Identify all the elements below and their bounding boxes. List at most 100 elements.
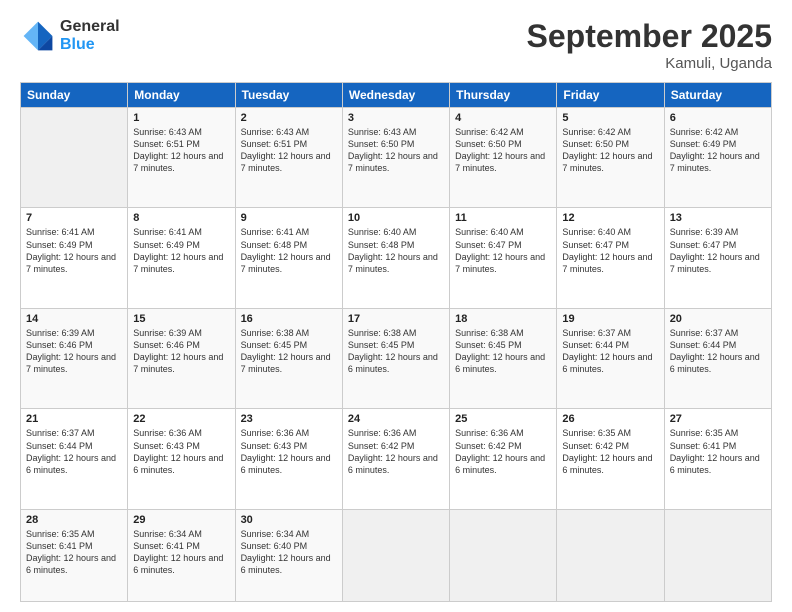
calendar-cell: 9 Sunrise: 6:41 AM Sunset: 6:48 PM Daylig…	[235, 208, 342, 308]
day-number: 8	[133, 212, 229, 224]
day-number: 7	[26, 212, 122, 224]
calendar-cell: 1 Sunrise: 6:43 AM Sunset: 6:51 PM Daylig…	[128, 108, 235, 208]
day-number: 11	[455, 212, 551, 224]
day-number: 21	[26, 413, 122, 425]
day-number: 3	[348, 112, 444, 124]
calendar-cell: 17 Sunrise: 6:38 AM Sunset: 6:45 PM Dayli…	[342, 308, 449, 408]
week-row-1: 1 Sunrise: 6:43 AM Sunset: 6:51 PM Daylig…	[21, 108, 772, 208]
calendar-cell: 30 Sunrise: 6:34 AM Sunset: 6:40 PM Dayli…	[235, 509, 342, 601]
week-row-2: 7 Sunrise: 6:41 AM Sunset: 6:49 PM Daylig…	[21, 208, 772, 308]
day-info: Sunrise: 6:43 AM Sunset: 6:51 PM Dayligh…	[133, 126, 229, 175]
calendar-cell: 14Sunrise: 6:39 AM Sunset: 6:46 PM Dayli…	[21, 308, 128, 408]
day-number: 16	[241, 313, 337, 325]
logo-icon	[20, 18, 56, 54]
calendar-cell: 24 Sunrise: 6:36 AM Sunset: 6:42 PM Dayli…	[342, 409, 449, 509]
calendar-cell: 25 Sunrise: 6:36 AM Sunset: 6:42 PM Dayli…	[450, 409, 557, 509]
day-number: 27	[670, 413, 766, 425]
day-info: Sunrise: 6:41 AM Sunset: 6:48 PM Dayligh…	[241, 226, 337, 275]
day-info: Sunrise: 6:36 AM Sunset: 6:43 PM Dayligh…	[241, 427, 337, 476]
week-row-4: 21 Sunrise: 6:37 AM Sunset: 6:44 PM Dayli…	[21, 409, 772, 509]
calendar-cell	[342, 509, 449, 601]
page: General Blue September 2025 Kamuli, Ugan…	[0, 0, 792, 612]
day-info: Sunrise: 6:36 AM Sunset: 6:42 PM Dayligh…	[455, 427, 551, 476]
day-info: Sunrise: 6:43 AM Sunset: 6:50 PM Dayligh…	[348, 126, 444, 175]
day-number: 22	[133, 413, 229, 425]
day-info: Sunrise: 6:42 AM Sunset: 6:50 PM Dayligh…	[455, 126, 551, 175]
calendar-cell: 15Sunrise: 6:39 AM Sunset: 6:46 PM Dayli…	[128, 308, 235, 408]
calendar-cell: 28 Sunrise: 6:35 AM Sunset: 6:41 PM Dayli…	[21, 509, 128, 601]
calendar-cell: 22Sunrise: 6:36 AM Sunset: 6:43 PM Dayli…	[128, 409, 235, 509]
calendar-cell: 20 Sunrise: 6:37 AM Sunset: 6:44 PM Dayli…	[664, 308, 771, 408]
day-info: Sunrise: 6:38 AM Sunset: 6:45 PM Dayligh…	[241, 327, 337, 376]
day-info: Sunrise: 6:34 AM Sunset: 6:40 PM Dayligh…	[241, 528, 337, 577]
week-row-5: 28 Sunrise: 6:35 AM Sunset: 6:41 PM Dayli…	[21, 509, 772, 601]
calendar-cell: 4Sunrise: 6:42 AM Sunset: 6:50 PM Daylig…	[450, 108, 557, 208]
logo: General Blue	[20, 18, 120, 54]
calendar-cell: 13 Sunrise: 6:39 AM Sunset: 6:47 PM Dayli…	[664, 208, 771, 308]
day-info: Sunrise: 6:39 AM Sunset: 6:47 PM Dayligh…	[670, 226, 766, 275]
day-info: Sunrise: 6:35 AM Sunset: 6:42 PM Dayligh…	[562, 427, 658, 476]
calendar-cell	[664, 509, 771, 601]
calendar-cell: 10 Sunrise: 6:40 AM Sunset: 6:48 PM Dayli…	[342, 208, 449, 308]
calendar-cell: 12Sunrise: 6:40 AM Sunset: 6:47 PM Dayli…	[557, 208, 664, 308]
location: Kamuli, Uganda	[527, 55, 772, 72]
day-info: Sunrise: 6:42 AM Sunset: 6:50 PM Dayligh…	[562, 126, 658, 175]
day-info: Sunrise: 6:38 AM Sunset: 6:45 PM Dayligh…	[348, 327, 444, 376]
day-number: 10	[348, 212, 444, 224]
header-thursday: Thursday	[450, 83, 557, 108]
day-info: Sunrise: 6:35 AM Sunset: 6:41 PM Dayligh…	[670, 427, 766, 476]
logo-blue: Blue	[60, 36, 120, 54]
day-info: Sunrise: 6:41 AM Sunset: 6:49 PM Dayligh…	[133, 226, 229, 275]
day-number: 18	[455, 313, 551, 325]
calendar-cell: 26Sunrise: 6:35 AM Sunset: 6:42 PM Dayli…	[557, 409, 664, 509]
day-number: 5	[562, 112, 658, 124]
calendar-cell: 21 Sunrise: 6:37 AM Sunset: 6:44 PM Dayli…	[21, 409, 128, 509]
calendar-cell	[557, 509, 664, 601]
calendar-cell	[450, 509, 557, 601]
day-number: 6	[670, 112, 766, 124]
calendar-cell: 3 Sunrise: 6:43 AM Sunset: 6:50 PM Daylig…	[342, 108, 449, 208]
day-info: Sunrise: 6:38 AM Sunset: 6:45 PM Dayligh…	[455, 327, 551, 376]
day-number: 12	[562, 212, 658, 224]
day-number: 25	[455, 413, 551, 425]
calendar-cell: 6 Sunrise: 6:42 AM Sunset: 6:49 PM Daylig…	[664, 108, 771, 208]
header-friday: Friday	[557, 83, 664, 108]
day-number: 1	[133, 112, 229, 124]
day-number: 17	[348, 313, 444, 325]
day-number: 29	[133, 514, 229, 526]
calendar-cell: 11 Sunrise: 6:40 AM Sunset: 6:47 PM Dayli…	[450, 208, 557, 308]
calendar-cell: 19 Sunrise: 6:37 AM Sunset: 6:44 PM Dayli…	[557, 308, 664, 408]
day-info: Sunrise: 6:37 AM Sunset: 6:44 PM Dayligh…	[562, 327, 658, 376]
calendar-cell: 7 Sunrise: 6:41 AM Sunset: 6:49 PM Daylig…	[21, 208, 128, 308]
day-info: Sunrise: 6:40 AM Sunset: 6:47 PM Dayligh…	[455, 226, 551, 275]
calendar-table: SundayMondayTuesdayWednesdayThursdayFrid…	[20, 82, 772, 602]
day-info: Sunrise: 6:36 AM Sunset: 6:42 PM Dayligh…	[348, 427, 444, 476]
day-number: 13	[670, 212, 766, 224]
day-info: Sunrise: 6:43 AM Sunset: 6:51 PM Dayligh…	[241, 126, 337, 175]
header-row: SundayMondayTuesdayWednesdayThursdayFrid…	[21, 83, 772, 108]
day-number: 9	[241, 212, 337, 224]
day-number: 28	[26, 514, 122, 526]
day-number: 19	[562, 313, 658, 325]
day-info: Sunrise: 6:41 AM Sunset: 6:49 PM Dayligh…	[26, 226, 122, 275]
day-info: Sunrise: 6:40 AM Sunset: 6:48 PM Dayligh…	[348, 226, 444, 275]
day-number: 24	[348, 413, 444, 425]
calendar-cell: 18 Sunrise: 6:38 AM Sunset: 6:45 PM Dayli…	[450, 308, 557, 408]
logo-general: General	[60, 18, 120, 36]
day-number: 20	[670, 313, 766, 325]
header-saturday: Saturday	[664, 83, 771, 108]
day-info: Sunrise: 6:42 AM Sunset: 6:49 PM Dayligh…	[670, 126, 766, 175]
calendar-cell	[21, 108, 128, 208]
day-number: 30	[241, 514, 337, 526]
calendar-cell: 8 Sunrise: 6:41 AM Sunset: 6:49 PM Daylig…	[128, 208, 235, 308]
header-wednesday: Wednesday	[342, 83, 449, 108]
day-info: Sunrise: 6:35 AM Sunset: 6:41 PM Dayligh…	[26, 528, 122, 577]
day-info: Sunrise: 6:37 AM Sunset: 6:44 PM Dayligh…	[670, 327, 766, 376]
header-tuesday: Tuesday	[235, 83, 342, 108]
day-info: Sunrise: 6:37 AM Sunset: 6:44 PM Dayligh…	[26, 427, 122, 476]
day-info: Sunrise: 6:39 AM Sunset: 6:46 PM Dayligh…	[26, 327, 122, 376]
title-block: September 2025 Kamuli, Uganda	[527, 18, 772, 72]
logo-text: General Blue	[60, 18, 120, 53]
calendar-cell: 23Sunrise: 6:36 AM Sunset: 6:43 PM Dayli…	[235, 409, 342, 509]
day-number: 2	[241, 112, 337, 124]
